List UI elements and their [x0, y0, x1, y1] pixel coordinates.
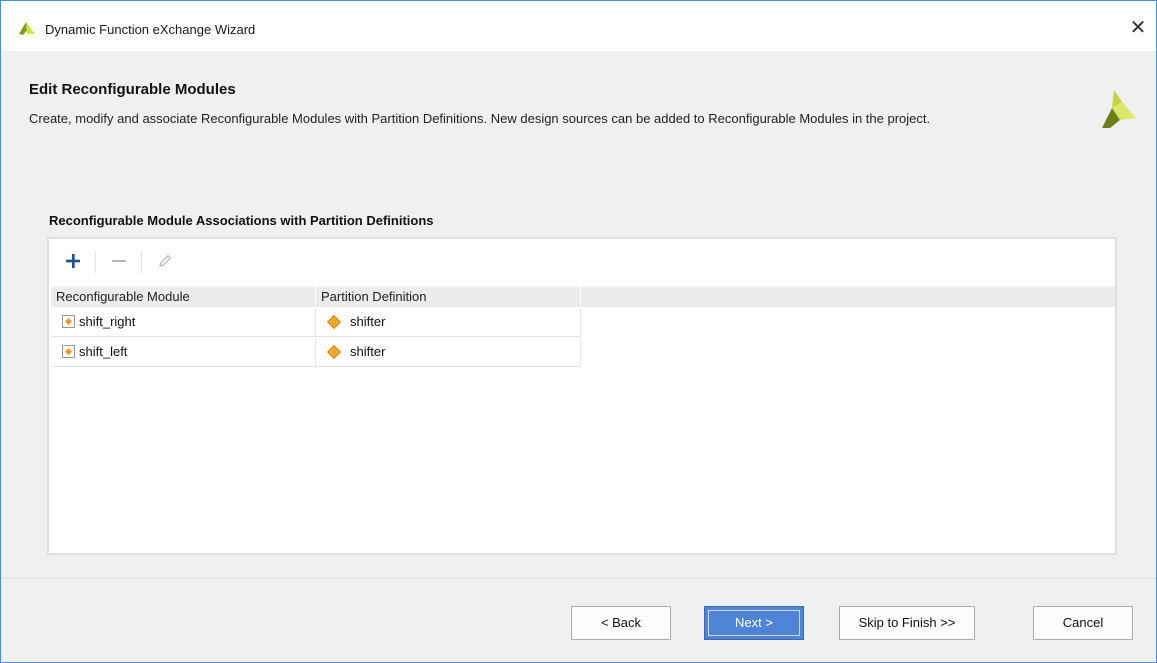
partition-definition-icon — [326, 314, 342, 330]
app-logo-icon — [19, 22, 35, 35]
page-title: Edit Reconfigurable Modules — [29, 81, 236, 98]
partition-definition-icon — [326, 344, 342, 360]
module-cell[interactable]: shift_right — [51, 308, 316, 336]
plus-icon — [66, 254, 80, 268]
page-header: Edit Reconfigurable Modules Create, modi… — [1, 51, 1156, 201]
add-button[interactable] — [61, 249, 85, 273]
footer-divider — [1, 578, 1156, 579]
section-label: Reconfigurable Module Associations with … — [49, 213, 434, 228]
module-cell[interactable]: shift_left — [51, 338, 316, 366]
partition-name: shifter — [350, 344, 386, 359]
column-header-partition[interactable]: Partition Definition — [316, 287, 581, 307]
table-toolbar — [49, 239, 1115, 285]
partition-cell[interactable]: shifter — [316, 308, 581, 336]
table-row[interactable]: shift_left shifter — [51, 338, 581, 367]
remove-button[interactable] — [107, 249, 131, 273]
brand-logo-icon — [1102, 90, 1136, 128]
cancel-button[interactable]: Cancel — [1033, 606, 1133, 640]
partition-name: shifter — [350, 314, 386, 329]
edit-button[interactable] — [153, 249, 177, 273]
back-button[interactable]: < Back — [571, 606, 671, 640]
module-name: shift_right — [79, 314, 136, 329]
skip-to-finish-button[interactable]: Skip to Finish >> — [839, 606, 975, 640]
page-description: Create, modify and associate Reconfigura… — [29, 111, 931, 126]
title-bar: Dynamic Function eXchange Wizard ✕ — [1, 1, 1156, 51]
minus-icon — [112, 260, 126, 262]
next-button[interactable]: Next > — [704, 606, 804, 640]
toolbar-divider — [141, 251, 142, 273]
pencil-icon — [159, 254, 172, 267]
associations-panel: Reconfigurable Module Partition Definiti… — [47, 237, 1117, 555]
table-row[interactable]: shift_right shifter — [51, 308, 581, 337]
reconfigurable-module-icon — [62, 315, 75, 328]
wizard-window: Dynamic Function eXchange Wizard ✕ Edit … — [0, 0, 1157, 663]
table-header: Reconfigurable Module Partition Definiti… — [51, 287, 1115, 307]
next-button-label: Next > — [735, 615, 773, 630]
partition-cell[interactable]: shifter — [316, 338, 581, 366]
reconfigurable-module-icon — [62, 345, 75, 358]
module-name: shift_left — [79, 344, 128, 359]
window-title: Dynamic Function eXchange Wizard — [45, 22, 256, 37]
column-header-module[interactable]: Reconfigurable Module — [51, 287, 316, 307]
close-button[interactable]: ✕ — [1126, 15, 1150, 39]
toolbar-divider — [95, 251, 96, 273]
